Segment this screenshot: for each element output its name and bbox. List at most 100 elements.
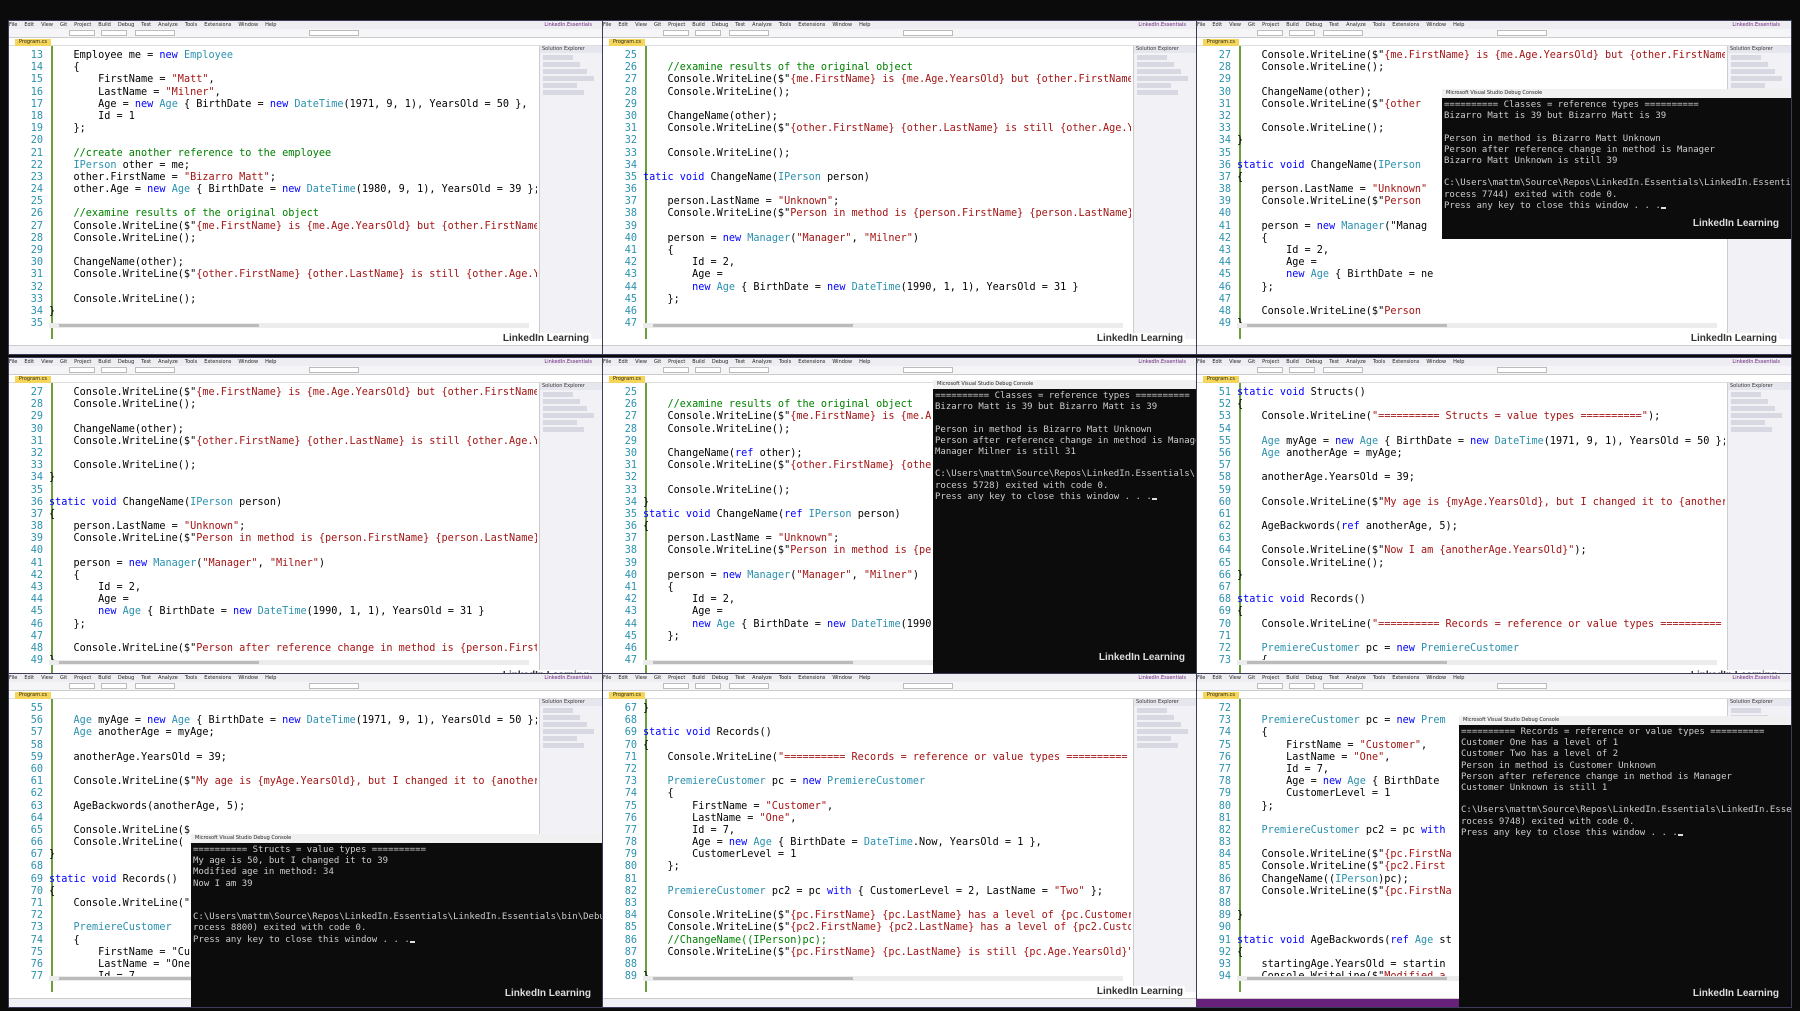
menu-item-test[interactable]: Test xyxy=(1329,359,1339,365)
menu-item-edit[interactable]: Edit xyxy=(24,359,34,365)
menu-item-git[interactable]: Git xyxy=(654,22,661,28)
menu-item-file[interactable]: File xyxy=(1197,675,1205,681)
menu-item-tools[interactable]: Tools xyxy=(185,22,197,28)
menu-item-test[interactable]: Test xyxy=(1329,22,1339,28)
menu-item-file[interactable]: File xyxy=(9,675,17,681)
code-editor[interactable]: 27 Console.WriteLine($"{me.FirstName} is… xyxy=(9,383,537,676)
code-editor[interactable]: 51 static void Structs() 52 {53 Console.Wri… xyxy=(1197,383,1725,676)
menu-item-help[interactable]: Help xyxy=(859,22,870,28)
menu-item-project[interactable]: Project xyxy=(74,22,91,28)
horizontal-scrollbar[interactable] xyxy=(1237,660,1717,665)
toolbar-dropdown[interactable] xyxy=(1257,683,1283,689)
menu-item-debug[interactable]: Debug xyxy=(712,675,728,681)
menu-item-view[interactable]: View xyxy=(635,22,647,28)
menu-item-test[interactable]: Test xyxy=(141,675,151,681)
toolbar-dropdown[interactable] xyxy=(695,367,721,373)
menu-item-file[interactable]: File xyxy=(603,675,611,681)
toolbar-dropdown[interactable] xyxy=(101,30,127,36)
toolbar-dropdown[interactable] xyxy=(695,30,721,36)
menu-item-project[interactable]: Project xyxy=(1262,675,1279,681)
menu-item-build[interactable]: Build xyxy=(692,359,705,365)
debug-console[interactable]: Microsoft Visual Studio Debug Console ===… xyxy=(933,380,1197,673)
tree-node[interactable] xyxy=(1731,708,1761,713)
menu-item-view[interactable]: View xyxy=(1229,675,1241,681)
menu-item-window[interactable]: Window xyxy=(1426,359,1446,365)
menu-item-view[interactable]: View xyxy=(41,22,53,28)
toolbar-dropdown[interactable] xyxy=(663,30,689,36)
tree-node[interactable] xyxy=(1731,69,1775,74)
menu-item-analyze[interactable]: Analyze xyxy=(752,675,772,681)
menu-item-tools[interactable]: Tools xyxy=(185,675,197,681)
tab-program-cs[interactable]: Program.cs xyxy=(15,376,52,383)
toolbar-dropdown[interactable] xyxy=(69,367,95,373)
toolbar-dropdown[interactable] xyxy=(729,683,769,689)
menu-item-project[interactable]: Project xyxy=(1262,359,1279,365)
menu-item-git[interactable]: Git xyxy=(1248,675,1255,681)
horizontal-scrollbar[interactable] xyxy=(49,660,529,665)
menu-item-file[interactable]: File xyxy=(603,22,611,28)
menu-item-file[interactable]: File xyxy=(9,22,17,28)
tree-node[interactable] xyxy=(543,729,594,734)
menu-item-build[interactable]: Build xyxy=(692,675,705,681)
scroll-thumb[interactable] xyxy=(653,324,853,327)
menu-item-project[interactable]: Project xyxy=(668,359,685,365)
tree-node[interactable] xyxy=(1731,55,1761,60)
tab-program-cs[interactable]: Program.cs xyxy=(1203,692,1240,699)
menu-item-extensions[interactable]: Extensions xyxy=(1392,359,1419,365)
menu-item-tools[interactable]: Tools xyxy=(779,359,791,365)
tree-node[interactable] xyxy=(543,76,594,81)
menu-item-analyze[interactable]: Analyze xyxy=(158,22,178,28)
tree-node[interactable] xyxy=(1137,708,1167,713)
scroll-thumb[interactable] xyxy=(1247,661,1447,664)
menu-item-project[interactable]: Project xyxy=(74,359,91,365)
menu-item-edit[interactable]: Edit xyxy=(618,675,628,681)
toolbar-dropdown[interactable] xyxy=(903,30,953,36)
tree-node[interactable] xyxy=(1137,90,1178,95)
menu-item-view[interactable]: View xyxy=(41,359,53,365)
scroll-thumb[interactable] xyxy=(1247,977,1447,980)
menu-item-view[interactable]: View xyxy=(635,359,647,365)
menu-item-debug[interactable]: Debug xyxy=(118,359,134,365)
tree-node[interactable] xyxy=(1731,76,1782,81)
menu-item-edit[interactable]: Edit xyxy=(24,675,34,681)
tree-node[interactable] xyxy=(543,743,584,748)
menu-item-help[interactable]: Help xyxy=(1453,675,1464,681)
toolbar-dropdown[interactable] xyxy=(1289,367,1315,373)
menu-item-window[interactable]: Window xyxy=(832,22,852,28)
tree-node[interactable] xyxy=(1137,69,1181,74)
menu-item-git[interactable]: Git xyxy=(60,675,67,681)
menu-item-project[interactable]: Project xyxy=(668,22,685,28)
menu-item-tools[interactable]: Tools xyxy=(779,675,791,681)
toolbar-dropdown[interactable] xyxy=(663,683,689,689)
menu-item-edit[interactable]: Edit xyxy=(1212,22,1222,28)
toolbar-dropdown[interactable] xyxy=(903,683,953,689)
tree-node[interactable] xyxy=(1731,420,1765,425)
toolbar-dropdown[interactable] xyxy=(663,367,689,373)
menu-item-help[interactable]: Help xyxy=(265,22,276,28)
menu-item-test[interactable]: Test xyxy=(141,22,151,28)
menu-item-git[interactable]: Git xyxy=(654,675,661,681)
tab-program-cs[interactable]: Program.cs xyxy=(15,39,52,46)
debug-console[interactable]: Microsoft Visual Studio Debug Console ===… xyxy=(1442,89,1791,239)
debug-console[interactable]: Microsoft Visual Studio Debug Console ===… xyxy=(191,834,603,1007)
menu-item-tools[interactable]: Tools xyxy=(1373,359,1385,365)
tree-node[interactable] xyxy=(543,420,577,425)
menu-item-debug[interactable]: Debug xyxy=(712,22,728,28)
menu-item-file[interactable]: File xyxy=(9,359,17,365)
menu-item-extensions[interactable]: Extensions xyxy=(204,675,231,681)
tree-node[interactable] xyxy=(1731,83,1765,88)
toolbar-dropdown[interactable] xyxy=(69,683,95,689)
code-editor[interactable]: 13 Employee me = new Employee 14 {15 Firs… xyxy=(9,46,537,339)
menu-item-debug[interactable]: Debug xyxy=(1306,359,1322,365)
tree-node[interactable] xyxy=(1137,743,1178,748)
toolbar-dropdown[interactable] xyxy=(729,30,769,36)
menu-item-file[interactable]: File xyxy=(1197,359,1205,365)
toolbar-dropdown[interactable] xyxy=(1257,367,1283,373)
menu-item-edit[interactable]: Edit xyxy=(618,359,628,365)
menu-item-extensions[interactable]: Extensions xyxy=(798,675,825,681)
tree-node[interactable] xyxy=(543,715,580,720)
tree-node[interactable] xyxy=(1137,715,1174,720)
toolbar-dropdown[interactable] xyxy=(1257,30,1283,36)
menu-item-debug[interactable]: Debug xyxy=(712,359,728,365)
tree-node[interactable] xyxy=(543,55,573,60)
